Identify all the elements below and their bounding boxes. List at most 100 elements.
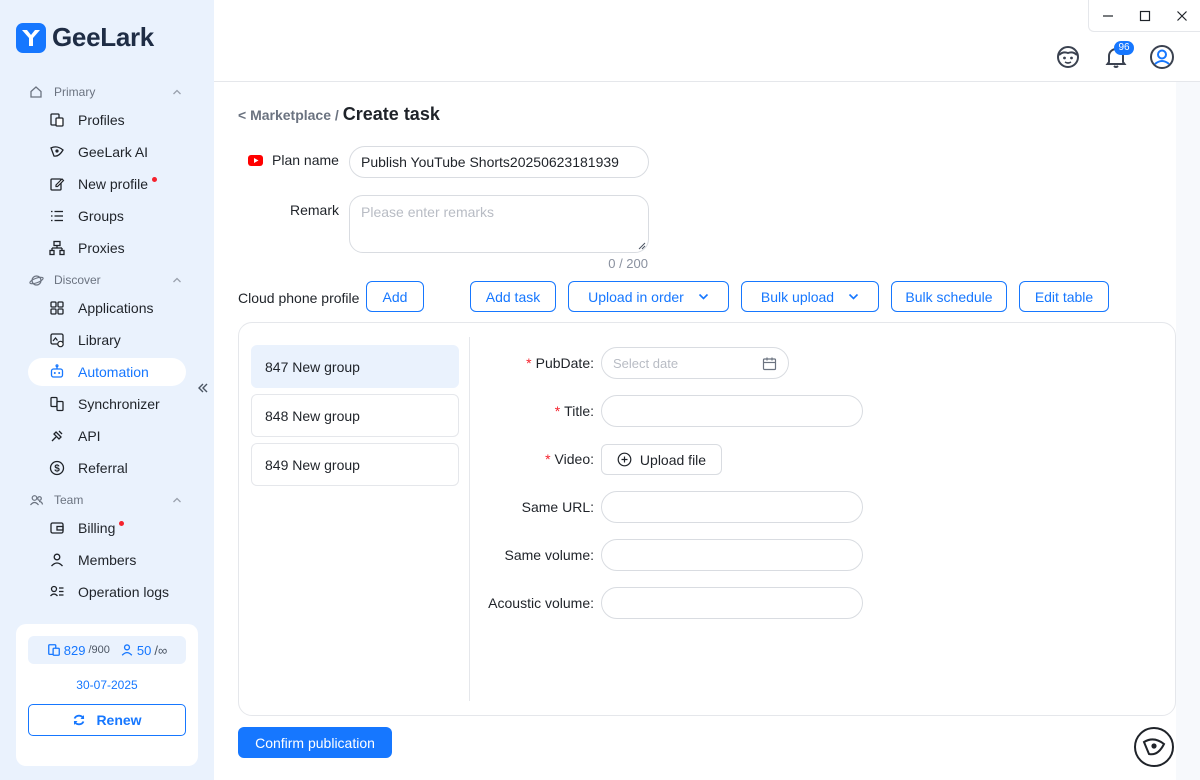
remark-textarea[interactable]: Please enter remarks	[349, 195, 649, 253]
plus-circle-icon	[617, 452, 632, 467]
renew-button[interactable]: Renew	[28, 704, 186, 736]
required-marker: *	[554, 403, 561, 419]
sidebar-item-new-profile[interactable]: New profile	[28, 170, 186, 198]
section-discover[interactable]: Discover	[28, 270, 182, 290]
library-icon	[48, 331, 66, 349]
group-item[interactable]: 847 New group	[251, 345, 459, 388]
button-label: Add	[382, 288, 408, 305]
support-agent-icon[interactable]	[1055, 44, 1081, 70]
same-volume-input[interactable]	[601, 539, 863, 571]
sidebar-item-label: GeeLark AI	[78, 144, 149, 160]
team-icon	[28, 492, 44, 508]
chevron-down-icon	[698, 293, 708, 300]
expiry-date: 30-07-2025	[76, 678, 138, 692]
ai-icon	[48, 143, 66, 161]
sidebar-item-groups[interactable]: Groups	[28, 202, 186, 230]
svg-text:$: $	[54, 464, 60, 475]
video-label: * Video:	[545, 451, 594, 467]
bulk-schedule-button[interactable]: Bulk schedule	[891, 281, 1007, 312]
panel-divider	[469, 337, 470, 701]
confirm-publication-button[interactable]: Confirm publication	[238, 727, 392, 758]
sidebar-item-label: Operation logs	[78, 584, 170, 600]
sidebar-item-library[interactable]: Library	[28, 326, 186, 354]
add-task-button[interactable]: Add task	[470, 281, 556, 312]
button-label: Confirm publication	[255, 734, 375, 751]
breadcrumb: < Marketplace / Create task	[238, 104, 440, 125]
quota-usage: 829/900 50/∞	[28, 636, 186, 664]
add-profile-button[interactable]: Add	[366, 281, 424, 312]
pubdate-picker[interactable]: Select date	[601, 347, 789, 379]
bulk-upload-dropdown[interactable]: Bulk upload	[741, 281, 879, 312]
breadcrumb-back-link[interactable]: < Marketplace /	[238, 107, 339, 123]
sidebar-item-profiles[interactable]: Profiles	[28, 106, 186, 134]
section-team[interactable]: Team	[28, 490, 182, 510]
maximize-icon[interactable]	[1126, 0, 1163, 31]
same-volume-label: Same volume:	[504, 547, 594, 563]
account-avatar-icon[interactable]	[1149, 44, 1175, 70]
apps-icon	[48, 299, 66, 317]
upload-file-button[interactable]: Upload file	[601, 444, 722, 475]
edit-table-button[interactable]: Edit table	[1019, 281, 1109, 312]
sidebar-item-label: Referral	[78, 460, 128, 476]
edit-icon	[48, 175, 66, 193]
group-item[interactable]: 848 New group	[251, 394, 459, 437]
title-input[interactable]	[601, 395, 863, 427]
button-label: Bulk upload	[760, 288, 835, 305]
acoustic-volume-label: Acoustic volume:	[488, 595, 594, 611]
sidebar-item-operation-logs[interactable]: Operation logs	[28, 578, 186, 606]
plan-name-input[interactable]: Publish YouTube Shorts20250623181939	[349, 146, 649, 178]
refresh-icon	[74, 714, 85, 726]
notification-dot	[119, 520, 125, 526]
minimize-icon[interactable]	[1089, 0, 1126, 31]
sidebar-item-api[interactable]: API	[28, 422, 186, 450]
collapse-sidebar-icon[interactable]	[196, 381, 210, 395]
sidebar-item-label: API	[78, 428, 101, 444]
sidebar-item-label: Applications	[78, 300, 154, 316]
window-controls	[1088, 0, 1200, 32]
pubdate-label: * PubDate:	[526, 355, 594, 371]
upload-in-order-dropdown[interactable]: Upload in order	[568, 281, 729, 312]
chevron-up-icon	[173, 497, 181, 503]
same-url-input[interactable]	[601, 491, 863, 523]
button-label: Upload file	[639, 451, 707, 468]
profiles-icon	[48, 111, 66, 129]
button-label: Upload in order	[588, 288, 684, 305]
sidebar-item-label: Members	[78, 552, 137, 568]
pubdate-placeholder: Select date	[613, 355, 679, 371]
profiles-total: /900	[88, 644, 110, 656]
group-item[interactable]: 849 New group	[251, 443, 459, 486]
sidebar-item-applications[interactable]: Applications	[28, 294, 186, 322]
sidebar-item-members[interactable]: Members	[28, 546, 186, 574]
app-logo[interactable]: GeeLark	[16, 22, 154, 53]
sidebar-item-label: Proxies	[78, 240, 125, 256]
cloud-phone-profile-label: Cloud phone profile	[238, 290, 360, 306]
sidebar-item-geelark-ai[interactable]: GeeLark AI	[28, 138, 186, 166]
app-name: GeeLark	[52, 22, 154, 52]
right-gutter	[1176, 82, 1200, 780]
section-label: Discover	[54, 273, 101, 287]
sidebar-item-synchronizer[interactable]: Synchronizer	[28, 390, 186, 418]
top-bar	[214, 0, 1200, 82]
resize-grip-icon[interactable]	[638, 242, 646, 250]
close-icon[interactable]	[1163, 0, 1200, 31]
assistant-fab-icon[interactable]	[1134, 727, 1174, 767]
sidebar-item-proxies[interactable]: Proxies	[28, 234, 186, 262]
acoustic-volume-input[interactable]	[601, 587, 863, 619]
planet-icon	[28, 272, 44, 288]
title-label: * Title:	[554, 403, 594, 419]
profile-quota: 829/900	[47, 643, 110, 658]
logs-icon	[48, 583, 66, 601]
profiles-icon	[47, 644, 60, 656]
sidebar-item-label: Groups	[78, 208, 124, 224]
renew-label: Renew	[96, 712, 142, 728]
sidebar-item-label: New profile	[78, 176, 149, 192]
sidebar-item-automation[interactable]: Automation	[28, 358, 186, 386]
profiles-used: 829	[63, 642, 86, 658]
section-primary[interactable]: Primary	[28, 82, 182, 102]
button-label: Edit table	[1034, 288, 1094, 305]
sidebar-item-referral[interactable]: $ Referral	[28, 454, 186, 482]
sidebar-item-label: Synchronizer	[78, 396, 160, 412]
remark-placeholder: Please enter remarks	[361, 204, 495, 220]
sidebar-item-billing[interactable]: Billing	[28, 514, 186, 542]
group-label: 848 New group	[265, 407, 360, 424]
